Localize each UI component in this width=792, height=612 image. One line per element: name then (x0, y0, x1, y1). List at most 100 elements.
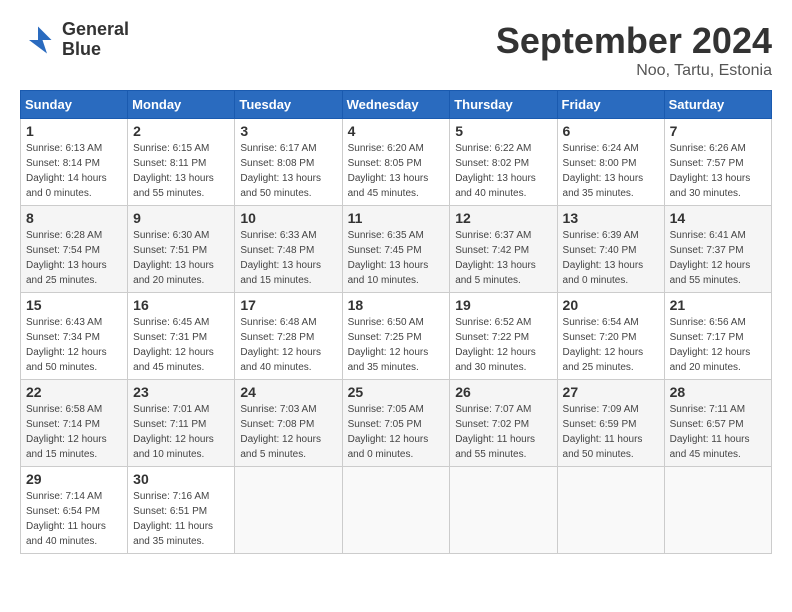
calendar-cell: 23 Sunrise: 7:01 AM Sunset: 7:11 PM Dayl… (128, 380, 235, 467)
day-number: 21 (670, 297, 766, 313)
day-number: 4 (348, 123, 445, 139)
day-number: 1 (26, 123, 122, 139)
calendar-cell: 4 Sunrise: 6:20 AM Sunset: 8:05 PM Dayli… (342, 119, 450, 206)
day-info: Sunrise: 6:30 AM Sunset: 7:51 PM Dayligh… (133, 228, 229, 288)
day-number: 2 (133, 123, 229, 139)
calendar-cell: 22 Sunrise: 6:58 AM Sunset: 7:14 PM Dayl… (21, 380, 128, 467)
calendar-cell: 30 Sunrise: 7:16 AM Sunset: 6:51 PM Dayl… (128, 467, 235, 554)
day-number: 24 (240, 384, 336, 400)
day-info: Sunrise: 6:13 AM Sunset: 8:14 PM Dayligh… (26, 141, 122, 201)
title-area: September 2024 Noo, Tartu, Estonia (496, 20, 772, 80)
day-info: Sunrise: 7:03 AM Sunset: 7:08 PM Dayligh… (240, 402, 336, 462)
calendar-cell: 25 Sunrise: 7:05 AM Sunset: 7:05 PM Dayl… (342, 380, 450, 467)
logo-line2: Blue (62, 40, 129, 60)
col-wednesday: Wednesday (342, 91, 450, 119)
calendar-cell: 3 Sunrise: 6:17 AM Sunset: 8:08 PM Dayli… (235, 119, 342, 206)
calendar-cell: 28 Sunrise: 7:11 AM Sunset: 6:57 PM Dayl… (664, 380, 771, 467)
day-number: 28 (670, 384, 766, 400)
col-saturday: Saturday (664, 91, 771, 119)
day-info: Sunrise: 7:01 AM Sunset: 7:11 PM Dayligh… (133, 402, 229, 462)
day-info: Sunrise: 7:05 AM Sunset: 7:05 PM Dayligh… (348, 402, 445, 462)
day-info: Sunrise: 7:16 AM Sunset: 6:51 PM Dayligh… (133, 489, 229, 549)
day-info: Sunrise: 7:09 AM Sunset: 6:59 PM Dayligh… (563, 402, 659, 462)
calendar-week-1: 1 Sunrise: 6:13 AM Sunset: 8:14 PM Dayli… (21, 119, 772, 206)
day-info: Sunrise: 6:22 AM Sunset: 8:02 PM Dayligh… (455, 141, 551, 201)
day-number: 30 (133, 471, 229, 487)
logo-line1: General (62, 20, 129, 40)
logo-text: General Blue (62, 20, 129, 60)
day-number: 18 (348, 297, 445, 313)
day-info: Sunrise: 6:39 AM Sunset: 7:40 PM Dayligh… (563, 228, 659, 288)
day-info: Sunrise: 6:20 AM Sunset: 8:05 PM Dayligh… (348, 141, 445, 201)
day-number: 17 (240, 297, 336, 313)
calendar-cell: 5 Sunrise: 6:22 AM Sunset: 8:02 PM Dayli… (450, 119, 557, 206)
page-header: General Blue September 2024 Noo, Tartu, … (20, 20, 772, 80)
calendar-cell: 7 Sunrise: 6:26 AM Sunset: 7:57 PM Dayli… (664, 119, 771, 206)
calendar-cell (450, 467, 557, 554)
day-number: 3 (240, 123, 336, 139)
day-info: Sunrise: 6:24 AM Sunset: 8:00 PM Dayligh… (563, 141, 659, 201)
day-info: Sunrise: 6:33 AM Sunset: 7:48 PM Dayligh… (240, 228, 336, 288)
day-info: Sunrise: 7:11 AM Sunset: 6:57 PM Dayligh… (670, 402, 766, 462)
calendar-cell: 14 Sunrise: 6:41 AM Sunset: 7:37 PM Dayl… (664, 206, 771, 293)
day-number: 5 (455, 123, 551, 139)
day-number: 22 (26, 384, 122, 400)
month-title: September 2024 (496, 20, 772, 62)
col-friday: Friday (557, 91, 664, 119)
col-tuesday: Tuesday (235, 91, 342, 119)
day-number: 7 (670, 123, 766, 139)
day-number: 10 (240, 210, 336, 226)
calendar-cell: 1 Sunrise: 6:13 AM Sunset: 8:14 PM Dayli… (21, 119, 128, 206)
calendar-cell: 10 Sunrise: 6:33 AM Sunset: 7:48 PM Dayl… (235, 206, 342, 293)
calendar-cell: 9 Sunrise: 6:30 AM Sunset: 7:51 PM Dayli… (128, 206, 235, 293)
calendar-cell: 11 Sunrise: 6:35 AM Sunset: 7:45 PM Dayl… (342, 206, 450, 293)
day-number: 6 (563, 123, 659, 139)
day-info: Sunrise: 6:48 AM Sunset: 7:28 PM Dayligh… (240, 315, 336, 375)
day-info: Sunrise: 6:26 AM Sunset: 7:57 PM Dayligh… (670, 141, 766, 201)
day-info: Sunrise: 6:35 AM Sunset: 7:45 PM Dayligh… (348, 228, 445, 288)
day-info: Sunrise: 6:17 AM Sunset: 8:08 PM Dayligh… (240, 141, 336, 201)
col-monday: Monday (128, 91, 235, 119)
calendar-week-5: 29 Sunrise: 7:14 AM Sunset: 6:54 PM Dayl… (21, 467, 772, 554)
day-number: 16 (133, 297, 229, 313)
day-info: Sunrise: 6:37 AM Sunset: 7:42 PM Dayligh… (455, 228, 551, 288)
day-number: 8 (26, 210, 122, 226)
calendar-cell: 24 Sunrise: 7:03 AM Sunset: 7:08 PM Dayl… (235, 380, 342, 467)
day-info: Sunrise: 7:14 AM Sunset: 6:54 PM Dayligh… (26, 489, 122, 549)
logo: General Blue (20, 20, 129, 60)
calendar-cell (664, 467, 771, 554)
calendar-cell: 13 Sunrise: 6:39 AM Sunset: 7:40 PM Dayl… (557, 206, 664, 293)
day-number: 23 (133, 384, 229, 400)
day-number: 15 (26, 297, 122, 313)
calendar-cell: 17 Sunrise: 6:48 AM Sunset: 7:28 PM Dayl… (235, 293, 342, 380)
day-info: Sunrise: 6:54 AM Sunset: 7:20 PM Dayligh… (563, 315, 659, 375)
day-info: Sunrise: 6:50 AM Sunset: 7:25 PM Dayligh… (348, 315, 445, 375)
calendar-body: 1 Sunrise: 6:13 AM Sunset: 8:14 PM Dayli… (21, 119, 772, 554)
calendar-header: Sunday Monday Tuesday Wednesday Thursday… (21, 91, 772, 119)
day-info: Sunrise: 7:07 AM Sunset: 7:02 PM Dayligh… (455, 402, 551, 462)
day-info: Sunrise: 6:15 AM Sunset: 8:11 PM Dayligh… (133, 141, 229, 201)
day-info: Sunrise: 6:41 AM Sunset: 7:37 PM Dayligh… (670, 228, 766, 288)
calendar-cell: 21 Sunrise: 6:56 AM Sunset: 7:17 PM Dayl… (664, 293, 771, 380)
day-number: 12 (455, 210, 551, 226)
calendar-cell: 27 Sunrise: 7:09 AM Sunset: 6:59 PM Dayl… (557, 380, 664, 467)
calendar-cell (342, 467, 450, 554)
day-info: Sunrise: 6:58 AM Sunset: 7:14 PM Dayligh… (26, 402, 122, 462)
calendar-cell: 29 Sunrise: 7:14 AM Sunset: 6:54 PM Dayl… (21, 467, 128, 554)
calendar-cell: 15 Sunrise: 6:43 AM Sunset: 7:34 PM Dayl… (21, 293, 128, 380)
calendar-cell: 12 Sunrise: 6:37 AM Sunset: 7:42 PM Dayl… (450, 206, 557, 293)
calendar-cell: 26 Sunrise: 7:07 AM Sunset: 7:02 PM Dayl… (450, 380, 557, 467)
calendar-cell: 2 Sunrise: 6:15 AM Sunset: 8:11 PM Dayli… (128, 119, 235, 206)
col-thursday: Thursday (450, 91, 557, 119)
day-number: 27 (563, 384, 659, 400)
calendar-cell: 19 Sunrise: 6:52 AM Sunset: 7:22 PM Dayl… (450, 293, 557, 380)
day-number: 29 (26, 471, 122, 487)
day-number: 11 (348, 210, 445, 226)
day-number: 19 (455, 297, 551, 313)
logo-icon (20, 22, 56, 58)
calendar-cell: 18 Sunrise: 6:50 AM Sunset: 7:25 PM Dayl… (342, 293, 450, 380)
calendar-cell: 6 Sunrise: 6:24 AM Sunset: 8:00 PM Dayli… (557, 119, 664, 206)
day-number: 9 (133, 210, 229, 226)
day-number: 13 (563, 210, 659, 226)
day-info: Sunrise: 6:43 AM Sunset: 7:34 PM Dayligh… (26, 315, 122, 375)
